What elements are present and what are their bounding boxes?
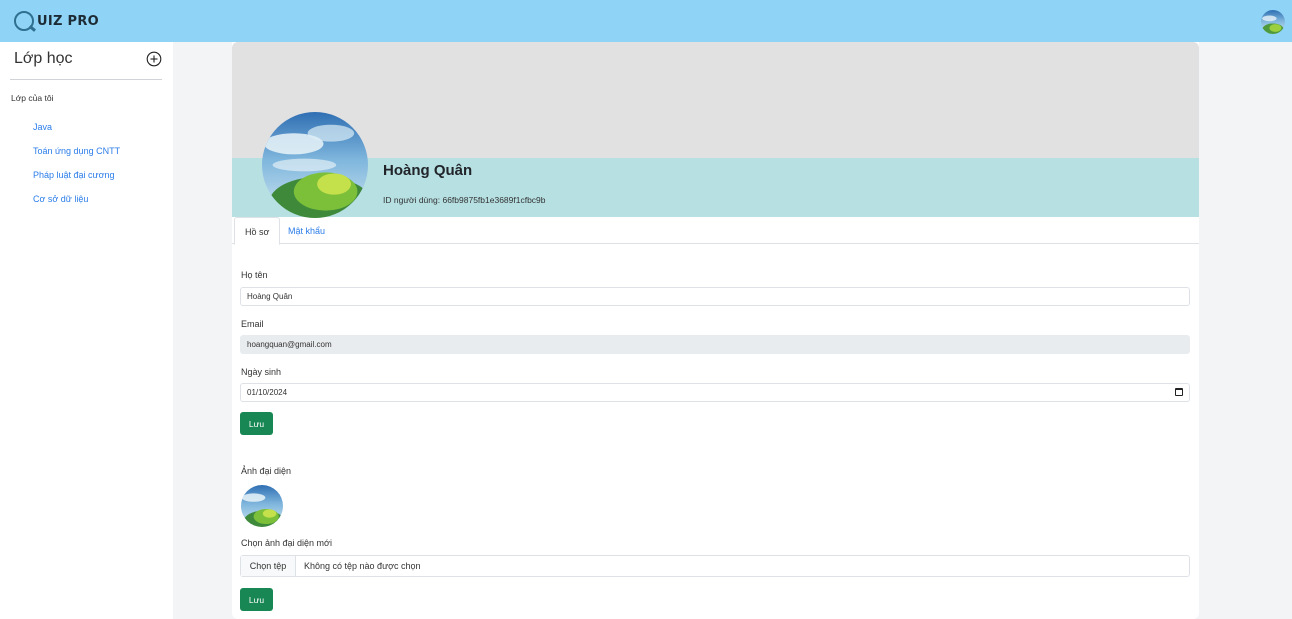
top-navbar: UIZ PRO <box>0 0 1292 42</box>
app-logo[interactable]: UIZ PRO <box>14 9 99 33</box>
birthday-label: Ngày sinh <box>241 367 282 377</box>
sidebar-title: Lớp học <box>14 50 73 67</box>
choose-avatar-label: Chọn ảnh đại diện mới <box>241 538 332 548</box>
sidebar-section-label: Lớp của tôi <box>11 93 54 103</box>
fullname-input[interactable] <box>240 287 1190 306</box>
email-input <box>240 335 1190 354</box>
save-avatar-button[interactable]: Lưu <box>240 588 273 611</box>
sidebar <box>0 42 173 619</box>
cover-image <box>232 42 1199 158</box>
user-avatar[interactable] <box>1261 10 1285 34</box>
cover-band <box>232 158 1199 217</box>
current-avatar <box>241 485 283 527</box>
profile-avatar <box>262 112 368 218</box>
save-profile-button[interactable]: Lưu <box>240 412 273 435</box>
sidebar-divider <box>10 79 162 80</box>
tab-profile[interactable]: Hồ sơ <box>234 217 281 245</box>
fullname-label: Họ tên <box>241 270 268 280</box>
add-class-icon[interactable] <box>146 51 162 67</box>
logo-text: UIZ PRO <box>37 13 100 29</box>
avatar-label: Ảnh đại diện <box>241 466 292 476</box>
sidebar-item-toan-ung-dung[interactable]: Toán ứng dụng CNTT <box>33 146 120 156</box>
email-label: Email <box>241 319 264 329</box>
avatar-file-input[interactable]: Chọn tệp Không có tệp nào được chọn <box>240 555 1190 577</box>
profile-user-id: ID người dùng: 66fb9875fb1e3689f1cfbc9b <box>383 195 546 205</box>
profile-tabs: Hồ sơ Mật khẩu <box>232 217 1199 245</box>
sidebar-item-phap-luat[interactable]: Pháp luật đại cương <box>33 170 114 180</box>
file-status: Không có tệp nào được chọn <box>304 561 421 571</box>
user-id-label: ID người dùng: <box>383 195 443 205</box>
sidebar-item-java[interactable]: Java <box>33 122 52 132</box>
profile-card: Hoàng Quân ID người dùng: 66fb9875fb1e36… <box>232 42 1199 619</box>
tab-password[interactable]: Mật khẩu <box>278 217 335 244</box>
sidebar-item-co-so-du-lieu[interactable]: Cơ sở dữ liệu <box>33 194 88 204</box>
birthday-value: 01/10/2024 <box>247 388 288 397</box>
logo-q-icon <box>14 11 34 31</box>
choose-file-button[interactable]: Chọn tệp <box>241 556 296 576</box>
user-id-value: 66fb9875fb1e3689f1cfbc9b <box>442 195 546 205</box>
calendar-icon[interactable] <box>1175 388 1183 396</box>
profile-name: Hoàng Quân <box>383 162 473 179</box>
birthday-input[interactable]: 01/10/2024 <box>240 383 1190 402</box>
